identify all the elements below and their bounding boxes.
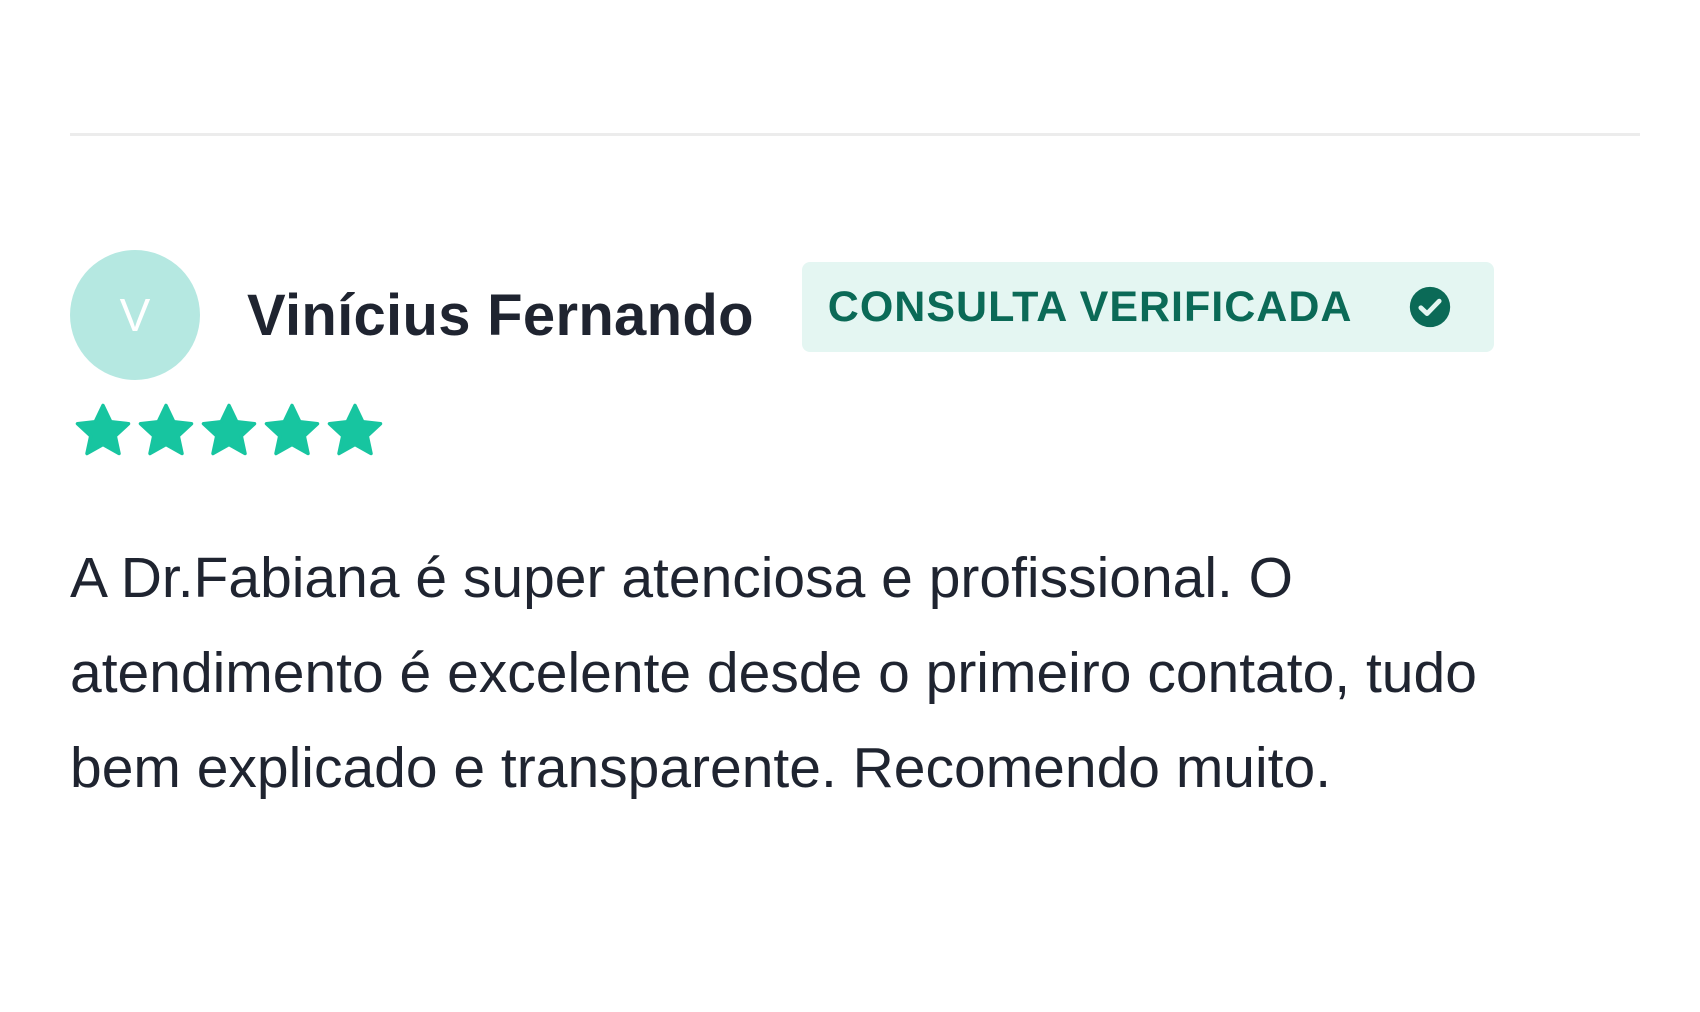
star-icon: [327, 403, 383, 456]
star-icon: [201, 403, 257, 456]
verified-badge-label: CONSULTA VERIFICADA: [827, 282, 1353, 331]
avatar: V: [70, 250, 200, 380]
check-circle-icon: [1409, 286, 1450, 328]
star-rating: [72, 401, 1640, 461]
star-icon: [138, 403, 194, 456]
avatar-initial: V: [119, 289, 151, 341]
review-header: V Vinícius Fernando CONSULTA VERIFICADA: [70, 250, 1640, 380]
star-icon: [264, 403, 320, 456]
section-divider: [70, 133, 1640, 136]
review-card: V Vinícius Fernando CONSULTA VERIFICADA …: [70, 250, 1640, 816]
star-icon: [75, 403, 131, 456]
review-text: A Dr.Fabiana é super atenciosa e profiss…: [70, 546, 1477, 800]
verified-badge: CONSULTA VERIFICADA: [801, 262, 1494, 352]
reviewer-name: Vinícius Fernando: [247, 282, 754, 348]
